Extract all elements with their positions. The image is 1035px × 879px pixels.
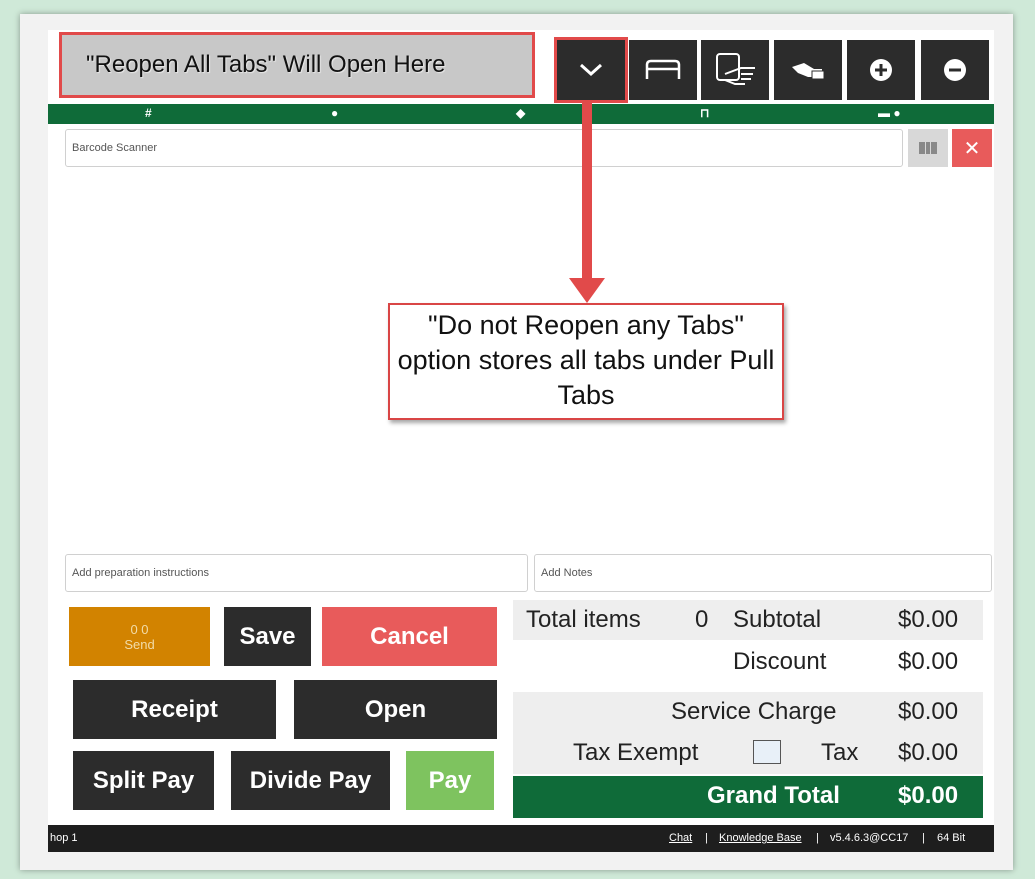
- tax-exempt-label: Tax Exempt: [573, 739, 699, 766]
- service-charge-value: $0.00: [898, 698, 959, 725]
- hand-card-icon: [716, 53, 755, 85]
- tab-dropdown-button[interactable]: [554, 37, 628, 103]
- total-items-label: Total items: [526, 606, 641, 633]
- cancel-button[interactable]: Cancel: [322, 607, 497, 666]
- service-tax-block: Service Charge $0.00 Tax Exempt Tax $0.0…: [513, 692, 983, 774]
- version-label: v5.4.6.3@CC17: [830, 832, 909, 844]
- pay-button[interactable]: Pay: [406, 751, 494, 810]
- subtotal-row: Total items 0 Subtotal $0.00: [513, 600, 983, 640]
- tag-icon[interactable]: ◆: [516, 106, 525, 120]
- hand-pay-button[interactable]: [774, 40, 842, 100]
- send-button[interactable]: 0 0 Send: [69, 607, 210, 666]
- split-pay-button[interactable]: Split Pay: [73, 751, 214, 810]
- minus-circle-icon: [944, 59, 966, 81]
- card-tap-button[interactable]: [701, 40, 769, 100]
- annotation-callout: "Do not Reopen any Tabs" option stores a…: [388, 303, 784, 420]
- order-summary: Total items 0 Subtotal $0.00 Discount $0…: [513, 600, 983, 818]
- barcode-button[interactable]: [908, 129, 948, 167]
- remove-button[interactable]: [921, 40, 989, 100]
- order-header-bar: # ● ◆ ⊓ ▬ ●: [48, 104, 994, 124]
- service-charge-label: Service Charge: [671, 698, 837, 725]
- preparation-instructions-input[interactable]: Add preparation instructions: [65, 554, 528, 592]
- annotation-arrow-head: [569, 278, 605, 303]
- status-separator: |: [705, 832, 708, 844]
- send-counts: 0 0: [130, 621, 149, 637]
- table-button[interactable]: [629, 40, 697, 100]
- close-icon: ✕: [963, 137, 981, 160]
- hash-icon[interactable]: #: [145, 106, 152, 120]
- barcode-scanner-input[interactable]: Barcode Scanner: [65, 129, 903, 167]
- tab-name-field[interactable]: "Reopen All Tabs" Will Open Here: [59, 32, 535, 98]
- tax-value: $0.00: [898, 739, 959, 766]
- tax-exempt-checkbox[interactable]: [753, 740, 781, 764]
- table-icon: [645, 59, 681, 79]
- total-items-value: 0: [695, 606, 709, 633]
- bitness-label: 64 Bit: [937, 832, 966, 844]
- tax-label: Tax: [821, 739, 859, 766]
- discount-row: Discount $0.00: [513, 642, 983, 682]
- chat-link[interactable]: Chat: [669, 832, 692, 844]
- barcode-icon: [919, 142, 937, 154]
- open-button[interactable]: Open: [294, 680, 497, 739]
- clear-barcode-button[interactable]: ✕: [952, 129, 992, 167]
- grand-total-value: $0.00: [898, 782, 959, 809]
- grand-total-label: Grand Total: [707, 782, 840, 809]
- plus-circle-icon: [870, 59, 892, 81]
- annotation-arrow-line: [582, 100, 592, 280]
- wallet-user-icon[interactable]: ▬ ●: [878, 106, 901, 120]
- subtotal-label: Subtotal: [733, 606, 822, 633]
- shop-name: hop 1: [50, 832, 78, 844]
- save-button[interactable]: Save: [224, 607, 311, 666]
- pos-window: "Reopen All Tabs" Will Open Here # ● ◆ ⊓…: [48, 30, 994, 852]
- status-separator: |: [922, 832, 925, 844]
- hand-pay-icon: [792, 63, 825, 80]
- receipt-button[interactable]: Receipt: [73, 680, 276, 739]
- discount-value: $0.00: [898, 648, 959, 675]
- top-toolbar: "Reopen All Tabs" Will Open Here: [48, 30, 994, 104]
- send-label: Send: [124, 636, 155, 652]
- add-button[interactable]: [847, 40, 915, 100]
- discount-label: Discount: [733, 648, 827, 675]
- notes-input[interactable]: Add Notes: [534, 554, 992, 592]
- divide-pay-button[interactable]: Divide Pay: [231, 751, 390, 810]
- table-icon[interactable]: ⊓: [700, 106, 709, 120]
- status-bar: hop 1 Chat | Knowledge Base | v5.4.6.3@C…: [48, 825, 994, 852]
- subtotal-value: $0.00: [898, 606, 959, 633]
- grand-total-row: Grand Total $0.00: [513, 776, 983, 818]
- status-separator: |: [816, 832, 819, 844]
- user-icon[interactable]: ●: [331, 106, 338, 120]
- knowledge-base-link[interactable]: Knowledge Base: [719, 832, 802, 844]
- chevron-down-icon: [579, 63, 603, 77]
